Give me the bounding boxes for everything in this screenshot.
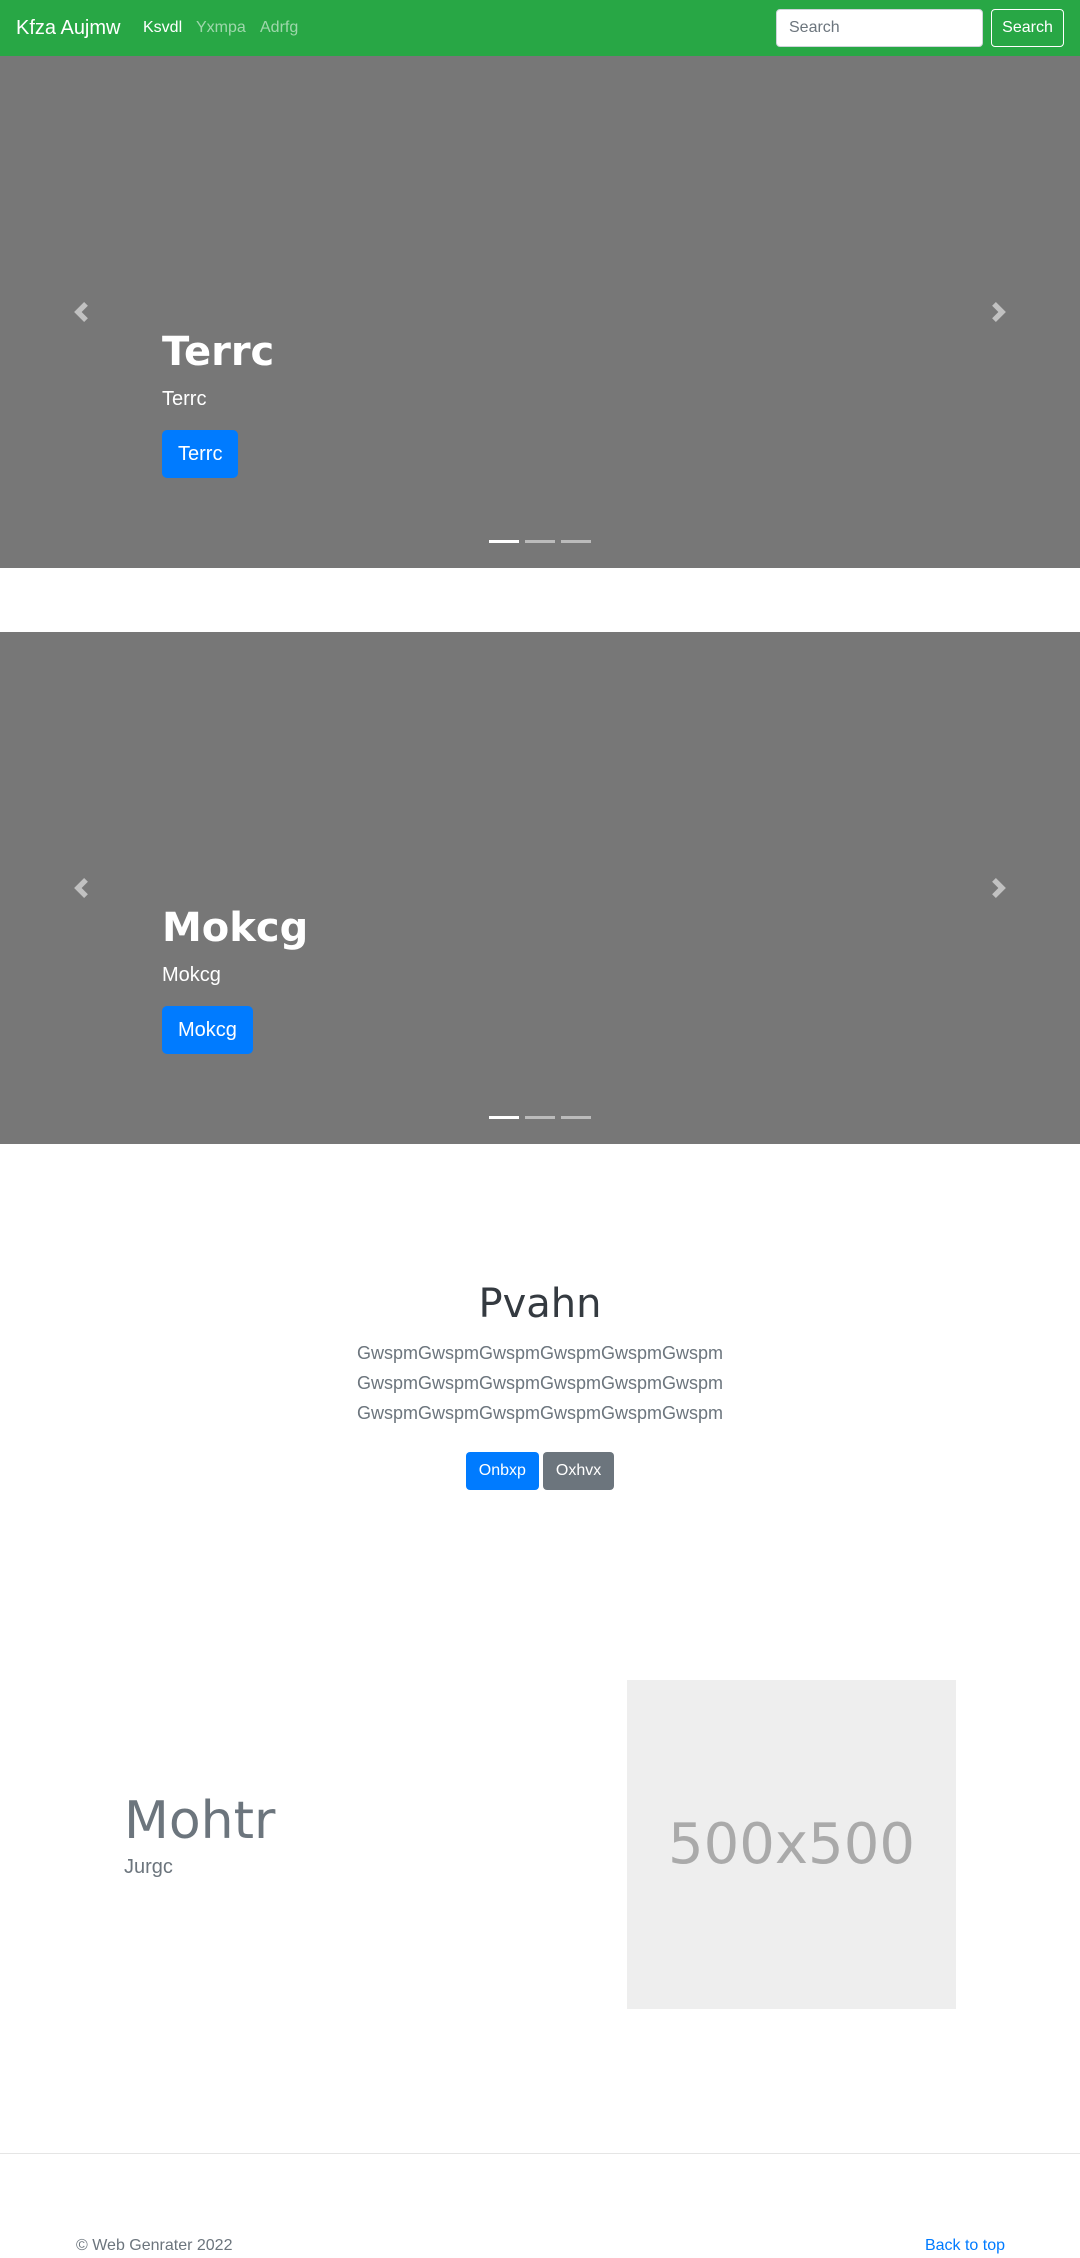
back-to-top-link[interactable]: Back to top (925, 2236, 1005, 2256)
carousel-next-button[interactable] (918, 632, 1080, 1144)
carousel-indicator[interactable] (525, 540, 555, 543)
secondary-button[interactable]: Oxhvx (542, 1452, 615, 1490)
placeholder-image: 500x500 (627, 1680, 956, 2009)
primary-button[interactable]: Onbxp (465, 1452, 539, 1490)
navbar: Kfza Aujmw Ksvdl Yxmpa Adrfg Search (0, 0, 1080, 56)
carousel-indicators (0, 540, 1080, 543)
chevron-right-icon (992, 878, 1006, 898)
carousel-button[interactable]: Terrc (162, 430, 239, 478)
carousel-caption: Terrc Terrc Terrc (162, 328, 274, 478)
footer-copyright: © Web Genrater 2022 (76, 2237, 233, 2254)
jumbotron-heading: Pvahn (478, 1281, 602, 1327)
search-input[interactable] (776, 9, 983, 47)
carousel-next-button[interactable] (918, 56, 1080, 568)
carousel-button[interactable]: Mokcg (162, 1006, 253, 1054)
carousel-prev-button[interactable] (0, 56, 162, 568)
nav-link-yxmpa[interactable]: Yxmpa (196, 17, 246, 39)
carousel-indicator[interactable] (525, 1116, 555, 1119)
carousel-text: Terrc (162, 388, 207, 410)
carousel-text: Mokcg (162, 964, 221, 986)
chevron-left-icon (74, 302, 88, 322)
placeholder-image-label: 500x500 (668, 1812, 915, 1877)
footer-divider (0, 2153, 1080, 2154)
carousel-indicator[interactable] (561, 1116, 591, 1119)
carousel-caption: Mokcg Mokcg Mokcg (162, 904, 308, 1054)
jumbotron: Pvahn GwspmGwspmGwspmGwspmGwspmGwspmGwsp… (0, 1280, 1080, 1490)
carousel-title: Terrc (162, 329, 275, 375)
chevron-left-icon (74, 878, 88, 898)
carousel-indicator[interactable] (561, 540, 591, 543)
nav-link-adrfg[interactable]: Adrfg (260, 17, 298, 39)
carousel-1: Terrc Terrc Terrc (0, 56, 1080, 568)
featurette-subheading: Jurgc (124, 1856, 173, 1878)
search-button[interactable]: Search (991, 9, 1064, 47)
jumbotron-buttons: Onbxp Oxhvx (0, 1452, 1080, 1490)
chevron-right-icon (992, 302, 1006, 322)
carousel-indicator[interactable] (489, 1116, 519, 1119)
brand[interactable]: Kfza Aujmw (16, 14, 120, 42)
jumbotron-text: GwspmGwspmGwspmGwspmGwspmGwspmGwspmGwspm… (356, 1343, 724, 1423)
carousel-2: Mokcg Mokcg Mokcg (0, 632, 1080, 1144)
carousel-indicator[interactable] (489, 540, 519, 543)
nav-link-ksvdl[interactable]: Ksvdl (143, 17, 182, 39)
carousel-title: Mokcg (162, 905, 309, 951)
featurette-heading: Mohtr (124, 1791, 276, 1851)
carousel-indicators (0, 1116, 1080, 1119)
carousel-prev-button[interactable] (0, 632, 162, 1144)
